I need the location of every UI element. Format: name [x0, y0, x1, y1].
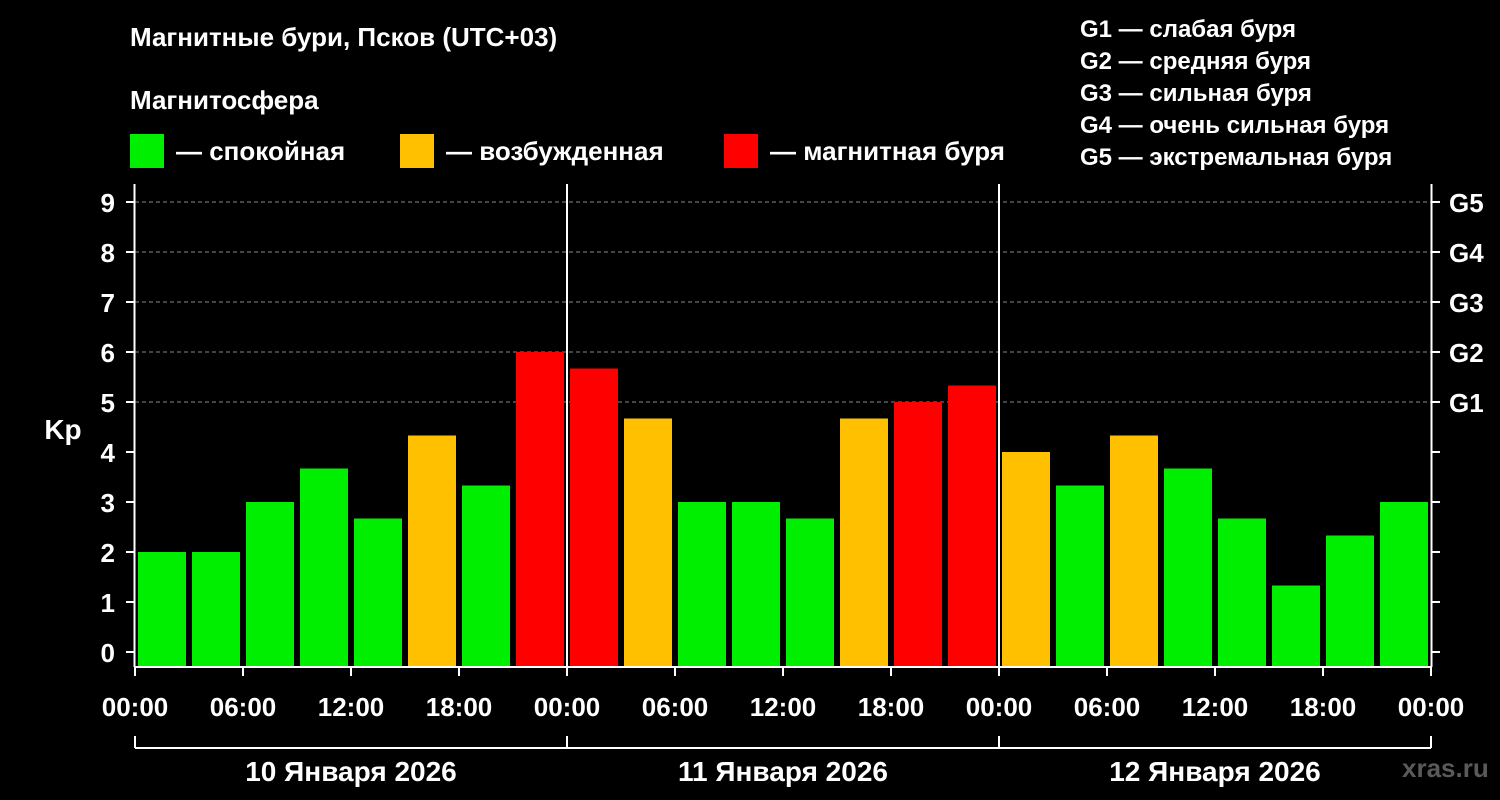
x-tick-label: 00:00 — [102, 692, 169, 722]
g-level-label: G2 — [1449, 338, 1484, 368]
kp-bar — [516, 352, 564, 667]
x-tick-label: 00:00 — [966, 692, 1033, 722]
kp-bar — [408, 435, 456, 667]
x-tick-label: 12:00 — [750, 692, 817, 722]
x-tick-label: 18:00 — [426, 692, 493, 722]
kp-bar — [1218, 518, 1266, 667]
kp-bar — [138, 552, 186, 667]
y-tick-label: 4 — [101, 438, 116, 468]
kp-bar — [732, 502, 780, 667]
day-label: 11 Января 2026 — [678, 756, 888, 787]
kp-bar — [354, 518, 402, 667]
kp-bar-chart: Kp 0 1 2 3 4 5 6 7 8 9 G1 G2 G3 G4 G5 00:00 06:00 12:00 18… — [44, 184, 1484, 787]
x-tick-label: 00:00 — [1398, 692, 1465, 722]
g-level-label: G4 — [1449, 238, 1484, 268]
kp-bar — [840, 418, 888, 667]
x-tick-label: 00:00 — [534, 692, 601, 722]
y-tick-label: 7 — [101, 288, 115, 318]
x-tick-label: 06:00 — [1074, 692, 1141, 722]
x-tick-label: 06:00 — [642, 692, 709, 722]
kp-bar — [1110, 435, 1158, 667]
kp-bar — [894, 402, 942, 667]
x-tick-label: 12:00 — [1182, 692, 1249, 722]
kp-bar — [786, 518, 834, 667]
g-level-label: G1 — [1449, 388, 1484, 418]
y-tick-label: 5 — [101, 388, 115, 418]
kp-bar — [1056, 485, 1104, 667]
y-tick-label: 6 — [101, 338, 115, 368]
kp-bar — [1272, 585, 1320, 667]
y-tick-label: 0 — [101, 638, 115, 668]
x-tick-label: 18:00 — [1290, 692, 1357, 722]
kp-bar — [1164, 468, 1212, 667]
kp-bar — [678, 502, 726, 667]
y-tick-label: 3 — [101, 488, 115, 518]
kp-bar — [300, 468, 348, 667]
kp-bar — [246, 502, 294, 667]
kp-bar — [1380, 502, 1428, 667]
kp-bar — [1326, 535, 1374, 667]
x-tick-label: 12:00 — [318, 692, 385, 722]
kp-bar — [1002, 452, 1050, 667]
y-tick-label: 2 — [101, 538, 115, 568]
day-label: 10 Января 2026 — [245, 756, 457, 787]
kp-bar — [462, 485, 510, 667]
kp-bar — [624, 418, 672, 667]
kp-bar — [948, 385, 996, 667]
kp-bar — [192, 552, 240, 667]
y-tick-label: 1 — [101, 588, 115, 618]
y-tick-label: 9 — [101, 188, 115, 218]
x-tick-label: 06:00 — [210, 692, 277, 722]
g-level-label: G5 — [1449, 188, 1484, 218]
watermark: xras.ru — [1402, 753, 1489, 783]
kp-bar — [570, 368, 618, 667]
x-tick-label: 18:00 — [858, 692, 925, 722]
day-label: 12 Января 2026 — [1109, 756, 1321, 787]
g-level-label: G3 — [1449, 288, 1484, 318]
y-tick-label: 8 — [101, 238, 115, 268]
y-axis-label: Kp — [44, 414, 81, 445]
